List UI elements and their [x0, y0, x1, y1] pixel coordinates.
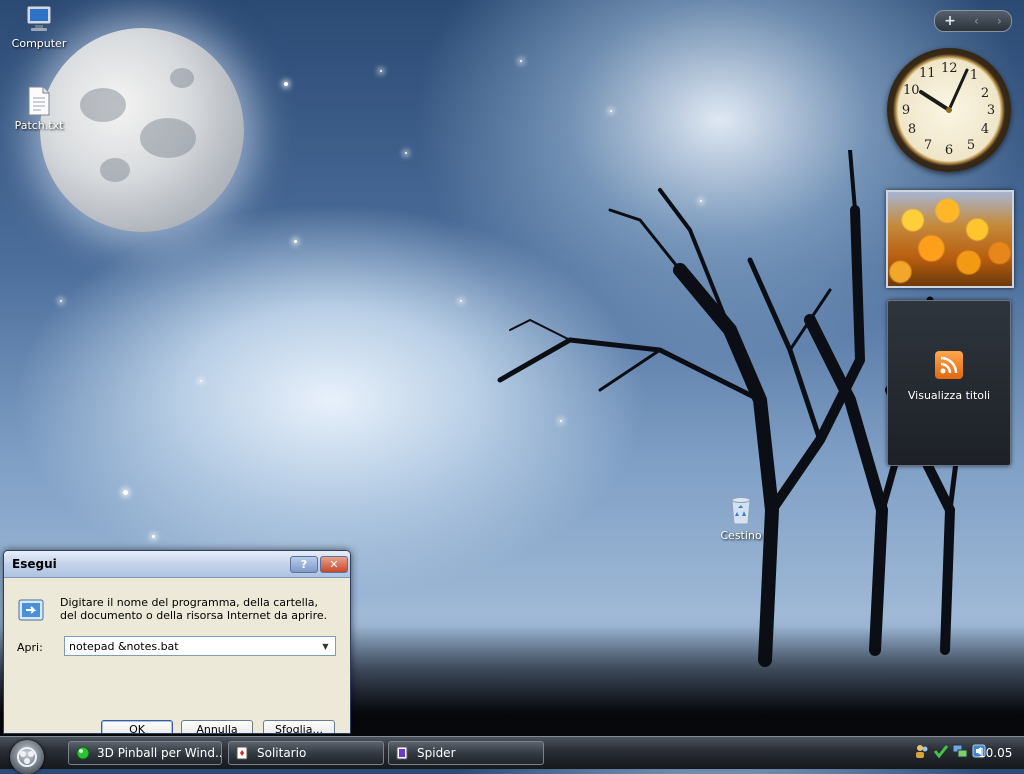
- desktop-icon-recycle-bin[interactable]: Cestino: [701, 494, 781, 542]
- feed-headlines-gadget[interactable]: Visualizza titoli: [887, 300, 1011, 466]
- clock-hands: [919, 68, 969, 113]
- run-dialog: Esegui ? ✕ Digitare il nome del programm…: [3, 550, 351, 734]
- spider-solitaire-icon: [396, 746, 408, 760]
- desktop-icon-label: Computer: [11, 37, 67, 50]
- run-icon: [18, 599, 44, 621]
- taskbar-item-label: 3D Pinball per Wind...: [97, 746, 222, 760]
- chevron-down-icon[interactable]: ▼: [317, 638, 334, 654]
- dialog-body: Digitare il nome del programma, della ca…: [4, 578, 350, 733]
- security-check-icon[interactable]: [933, 743, 949, 759]
- open-command-input[interactable]: [64, 636, 336, 656]
- windows-logo-icon: [17, 747, 37, 767]
- computer-icon: [26, 5, 52, 31]
- dialog-description: Digitare il nome del programma, della ca…: [60, 596, 328, 622]
- next-gadget-page-button[interactable]: ›: [997, 14, 1002, 28]
- taskbar: 3D Pinball per Wind... Solitario Spider: [0, 736, 1024, 774]
- browse-button[interactable]: Sfoglia...: [263, 720, 335, 733]
- clock-gadget[interactable]: 12 1 2 3 4 5 6 7 8 9 10 11: [887, 48, 1011, 172]
- slideshow-gadget[interactable]: [886, 190, 1014, 288]
- sidebar-gadget-toolbar: + ‹ ›: [934, 10, 1012, 32]
- taskbar-clock[interactable]: 10.05: [978, 746, 1012, 760]
- solitaire-icon: [236, 746, 248, 760]
- close-button[interactable]: ✕: [320, 556, 348, 573]
- rss-icon: [935, 351, 963, 379]
- open-label: Apri:: [17, 641, 43, 654]
- taskbar-item-pinball[interactable]: 3D Pinball per Wind...: [68, 741, 222, 765]
- taskbar-item-solitaire[interactable]: Solitario: [228, 741, 384, 765]
- taskbar-item-spider[interactable]: Spider: [388, 741, 544, 765]
- users-icon[interactable]: [914, 743, 930, 759]
- ok-button[interactable]: OK: [101, 720, 173, 733]
- desktop-icon-computer[interactable]: Computer: [0, 4, 79, 50]
- text-file-icon: [28, 86, 50, 116]
- add-gadget-button[interactable]: +: [944, 13, 956, 29]
- desktop-icon-label: Patch.txt: [14, 119, 64, 132]
- dialog-titlebar[interactable]: Esegui ? ✕: [4, 551, 350, 578]
- system-tray: [914, 743, 987, 759]
- cancel-button[interactable]: Annulla: [181, 720, 253, 733]
- pinball-icon: [76, 746, 90, 760]
- taskbar-item-label: Spider: [417, 746, 456, 760]
- taskbar-item-label: Solitario: [257, 746, 307, 760]
- start-button[interactable]: [10, 740, 44, 774]
- previous-gadget-page-button[interactable]: ‹: [974, 14, 979, 28]
- dialog-title: Esegui: [12, 557, 57, 571]
- help-button[interactable]: ?: [290, 556, 318, 573]
- desktop-icon-label: Cestino: [720, 529, 762, 542]
- network-icon[interactable]: [952, 743, 968, 759]
- desktop-icon-patch-txt[interactable]: Patch.txt: [0, 86, 79, 132]
- recycle-bin-icon: [731, 497, 751, 525]
- view-headlines-link[interactable]: Visualizza titoli: [888, 389, 1010, 402]
